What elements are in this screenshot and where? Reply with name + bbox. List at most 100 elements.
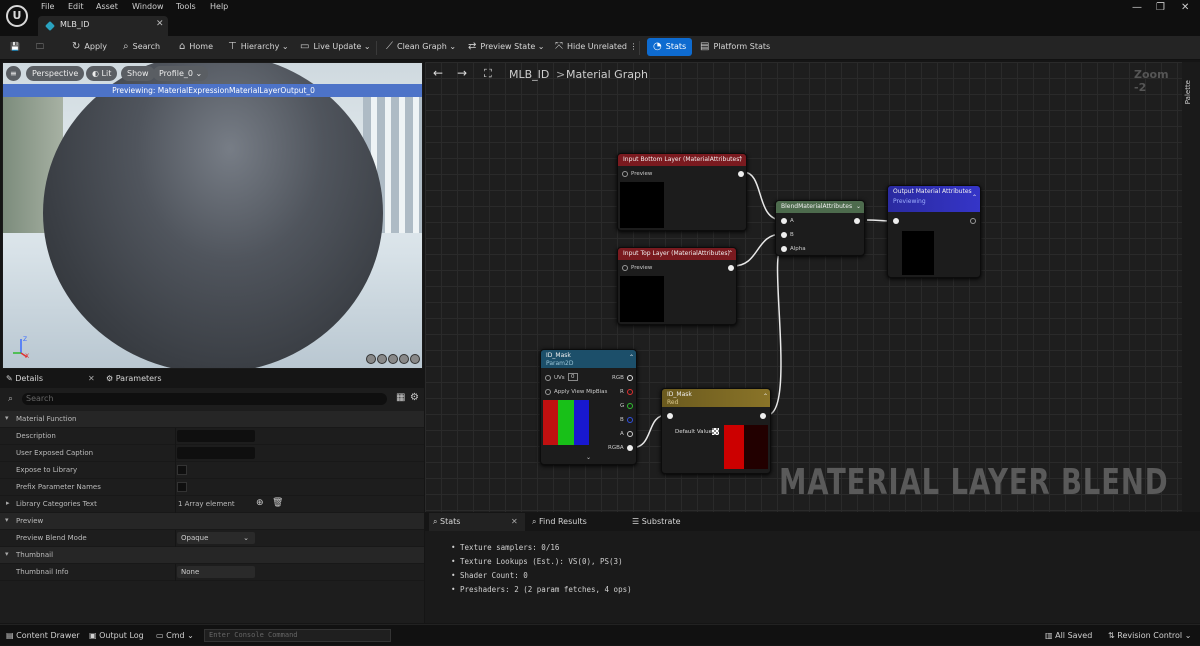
- menu-tools[interactable]: Tools: [176, 2, 196, 11]
- input-pin[interactable]: [622, 265, 628, 271]
- output-pin-b[interactable]: [627, 417, 633, 423]
- details-search-input[interactable]: Search: [22, 393, 387, 405]
- tab-details[interactable]: ✎ Details: [6, 370, 43, 388]
- output-pin[interactable]: [970, 218, 976, 224]
- perspective-button[interactable]: Perspective: [26, 66, 85, 81]
- cylinder-icon[interactable]: [366, 354, 376, 364]
- node-input-top-layer[interactable]: Input Top Layer (MaterialAttributes) ⌃ P…: [617, 247, 737, 325]
- input-pin-b[interactable]: [781, 232, 787, 238]
- material-graph-canvas[interactable]: ← → ⛶ MLB_ID > Material Graph Zoom -2 In…: [425, 62, 1182, 512]
- node-output-material-attributes[interactable]: Output Material Attributes Previewing ⌃: [887, 185, 981, 278]
- lit-button[interactable]: ◐ Lit: [86, 66, 118, 81]
- save-icon[interactable]: 💾: [10, 36, 20, 60]
- menu-edit[interactable]: Edit: [68, 2, 84, 11]
- palette-side-tab[interactable]: Palette: [1182, 62, 1200, 512]
- collapse-icon[interactable]: ⌃: [629, 354, 634, 361]
- close-tab-icon[interactable]: ✕: [156, 19, 164, 29]
- settings-gear-icon[interactable]: ⚙: [410, 392, 419, 403]
- preview-state-button[interactable]: ⇄ Preview State ⌄: [468, 36, 545, 60]
- uvs-pin[interactable]: [545, 375, 551, 381]
- platform-stats-button[interactable]: ▤ Platform Stats: [700, 36, 770, 60]
- row-library-categories[interactable]: ▸ Library Categories Text 1 Array element ⊕…: [0, 496, 424, 513]
- console-command-input[interactable]: Enter Console Command: [204, 629, 391, 642]
- menu-window[interactable]: Window: [132, 2, 164, 11]
- menu-help[interactable]: Help: [210, 2, 228, 11]
- search-button[interactable]: ⌕ Search: [123, 36, 160, 60]
- user-exposed-caption-field[interactable]: [177, 447, 255, 459]
- output-pin[interactable]: [760, 413, 766, 419]
- output-pin[interactable]: [738, 171, 744, 177]
- svg-text:X: X: [25, 353, 29, 359]
- tab-substrate[interactable]: ☰ Substrate: [632, 513, 681, 531]
- output-pin[interactable]: [728, 265, 734, 271]
- output-pin-rgb[interactable]: [627, 375, 633, 381]
- profile-dropdown[interactable]: Profile_0 ⌄: [153, 66, 209, 81]
- table-view-icon[interactable]: ▦: [396, 392, 405, 403]
- viewport-menu-icon[interactable]: ≡: [6, 66, 21, 81]
- teapot-icon[interactable]: [410, 354, 420, 364]
- expose-to-library-checkbox[interactable]: [177, 465, 187, 475]
- input-pin-a[interactable]: [781, 218, 787, 224]
- home-button[interactable]: ⌂ Home: [179, 36, 213, 60]
- hide-unrelated-button[interactable]: ⤧ Hide Unrelated ⋮: [555, 36, 638, 60]
- collapse-icon[interactable]: ⌃: [728, 250, 733, 257]
- cmd-dropdown[interactable]: ▭ Cmd ⌄: [156, 625, 194, 646]
- sphere-icon[interactable]: [377, 354, 387, 364]
- document-tab[interactable]: MLB_ID ✕: [38, 16, 168, 36]
- node-input-bottom-layer[interactable]: Input Bottom Layer (MaterialAttributes) …: [617, 153, 747, 231]
- content-drawer-button[interactable]: ▤ Content Drawer: [6, 625, 80, 646]
- plane-icon[interactable]: [388, 354, 398, 364]
- prefix-parameter-names-checkbox[interactable]: [177, 482, 187, 492]
- close-stats-icon[interactable]: ✕: [511, 513, 518, 531]
- node-id-mask-parameter[interactable]: ID_Mask Red ⌃ Default Value: [661, 388, 771, 474]
- collapse-icon[interactable]: ⌃: [738, 156, 743, 163]
- close-window-icon[interactable]: ✕: [1181, 2, 1189, 13]
- input-pin[interactable]: [622, 171, 628, 177]
- thumbnail-info-value[interactable]: None: [177, 566, 255, 578]
- input-pin[interactable]: [893, 218, 899, 224]
- stats-button[interactable]: ◔ Stats: [647, 38, 693, 56]
- output-pin[interactable]: [854, 218, 860, 224]
- output-pin-rgba[interactable]: [627, 445, 633, 451]
- collapse-icon[interactable]: ⌃: [972, 194, 977, 201]
- tab-parameters[interactable]: ⚙ Parameters: [106, 370, 162, 388]
- clean-graph-button[interactable]: ⟋ Clean Graph ⌄: [386, 36, 456, 60]
- preview-blend-mode-dropdown[interactable]: Opaque ⌄: [177, 532, 255, 544]
- restore-icon[interactable]: ❐: [1156, 2, 1165, 13]
- revision-control-button[interactable]: ⇅ Revision Control ⌄: [1108, 625, 1191, 646]
- close-details-icon[interactable]: ✕: [88, 370, 95, 388]
- output-pin-r[interactable]: [627, 389, 633, 395]
- menu-file[interactable]: File: [41, 2, 54, 11]
- section-preview[interactable]: ▾ Preview: [0, 513, 424, 530]
- color-swatch-icon[interactable]: [712, 428, 719, 435]
- cube-icon[interactable]: [399, 354, 409, 364]
- expand-icon[interactable]: ⌄: [586, 454, 591, 461]
- input-pin-alpha[interactable]: [781, 246, 787, 252]
- output-pin-g[interactable]: [627, 403, 633, 409]
- node-id-mask-texture[interactable]: ID_Mask Param2D ⌃ UVs 0 RGB Apply View M…: [540, 349, 637, 465]
- menu-asset[interactable]: Asset: [96, 2, 118, 11]
- trash-icon[interactable]: 🗑: [272, 498, 283, 508]
- section-thumbnail[interactable]: ▾ Thumbnail: [0, 547, 424, 564]
- unreal-logo-icon[interactable]: U: [6, 5, 28, 27]
- tab-find-results[interactable]: ⌕ Find Results: [532, 513, 587, 531]
- all-saved-button[interactable]: ▥ All Saved: [1045, 625, 1092, 646]
- node-blend-material-attributes[interactable]: BlendMaterialAttributes ⌄ A B Alpha: [775, 200, 865, 256]
- hierarchy-button[interactable]: ⊤ Hierarchy ⌄: [228, 36, 289, 60]
- preview-viewport[interactable]: ≡ Perspective ◐ Lit Show Profile_0 ⌄ Pre…: [2, 62, 423, 369]
- section-material-function[interactable]: ▾ Material Function: [0, 411, 424, 428]
- description-field[interactable]: [177, 430, 255, 442]
- apply-mip-pin[interactable]: [545, 389, 551, 395]
- uvs-value-field[interactable]: 0: [568, 373, 578, 381]
- chevron-down-icon[interactable]: ⌄: [856, 203, 861, 210]
- output-log-button[interactable]: ▣ Output Log: [89, 625, 144, 646]
- show-button[interactable]: Show: [121, 66, 155, 81]
- output-pin-a[interactable]: [627, 431, 633, 437]
- browse-icon[interactable]: 🗀: [36, 36, 44, 60]
- minimize-icon[interactable]: —: [1132, 2, 1142, 13]
- collapse-icon[interactable]: ⌃: [763, 393, 768, 400]
- live-update-button[interactable]: ▭ Live Update ⌄: [300, 36, 371, 60]
- apply-button[interactable]: ↻ Apply: [72, 36, 107, 60]
- add-element-icon[interactable]: ⊕: [256, 498, 264, 508]
- input-pin[interactable]: [667, 413, 673, 419]
